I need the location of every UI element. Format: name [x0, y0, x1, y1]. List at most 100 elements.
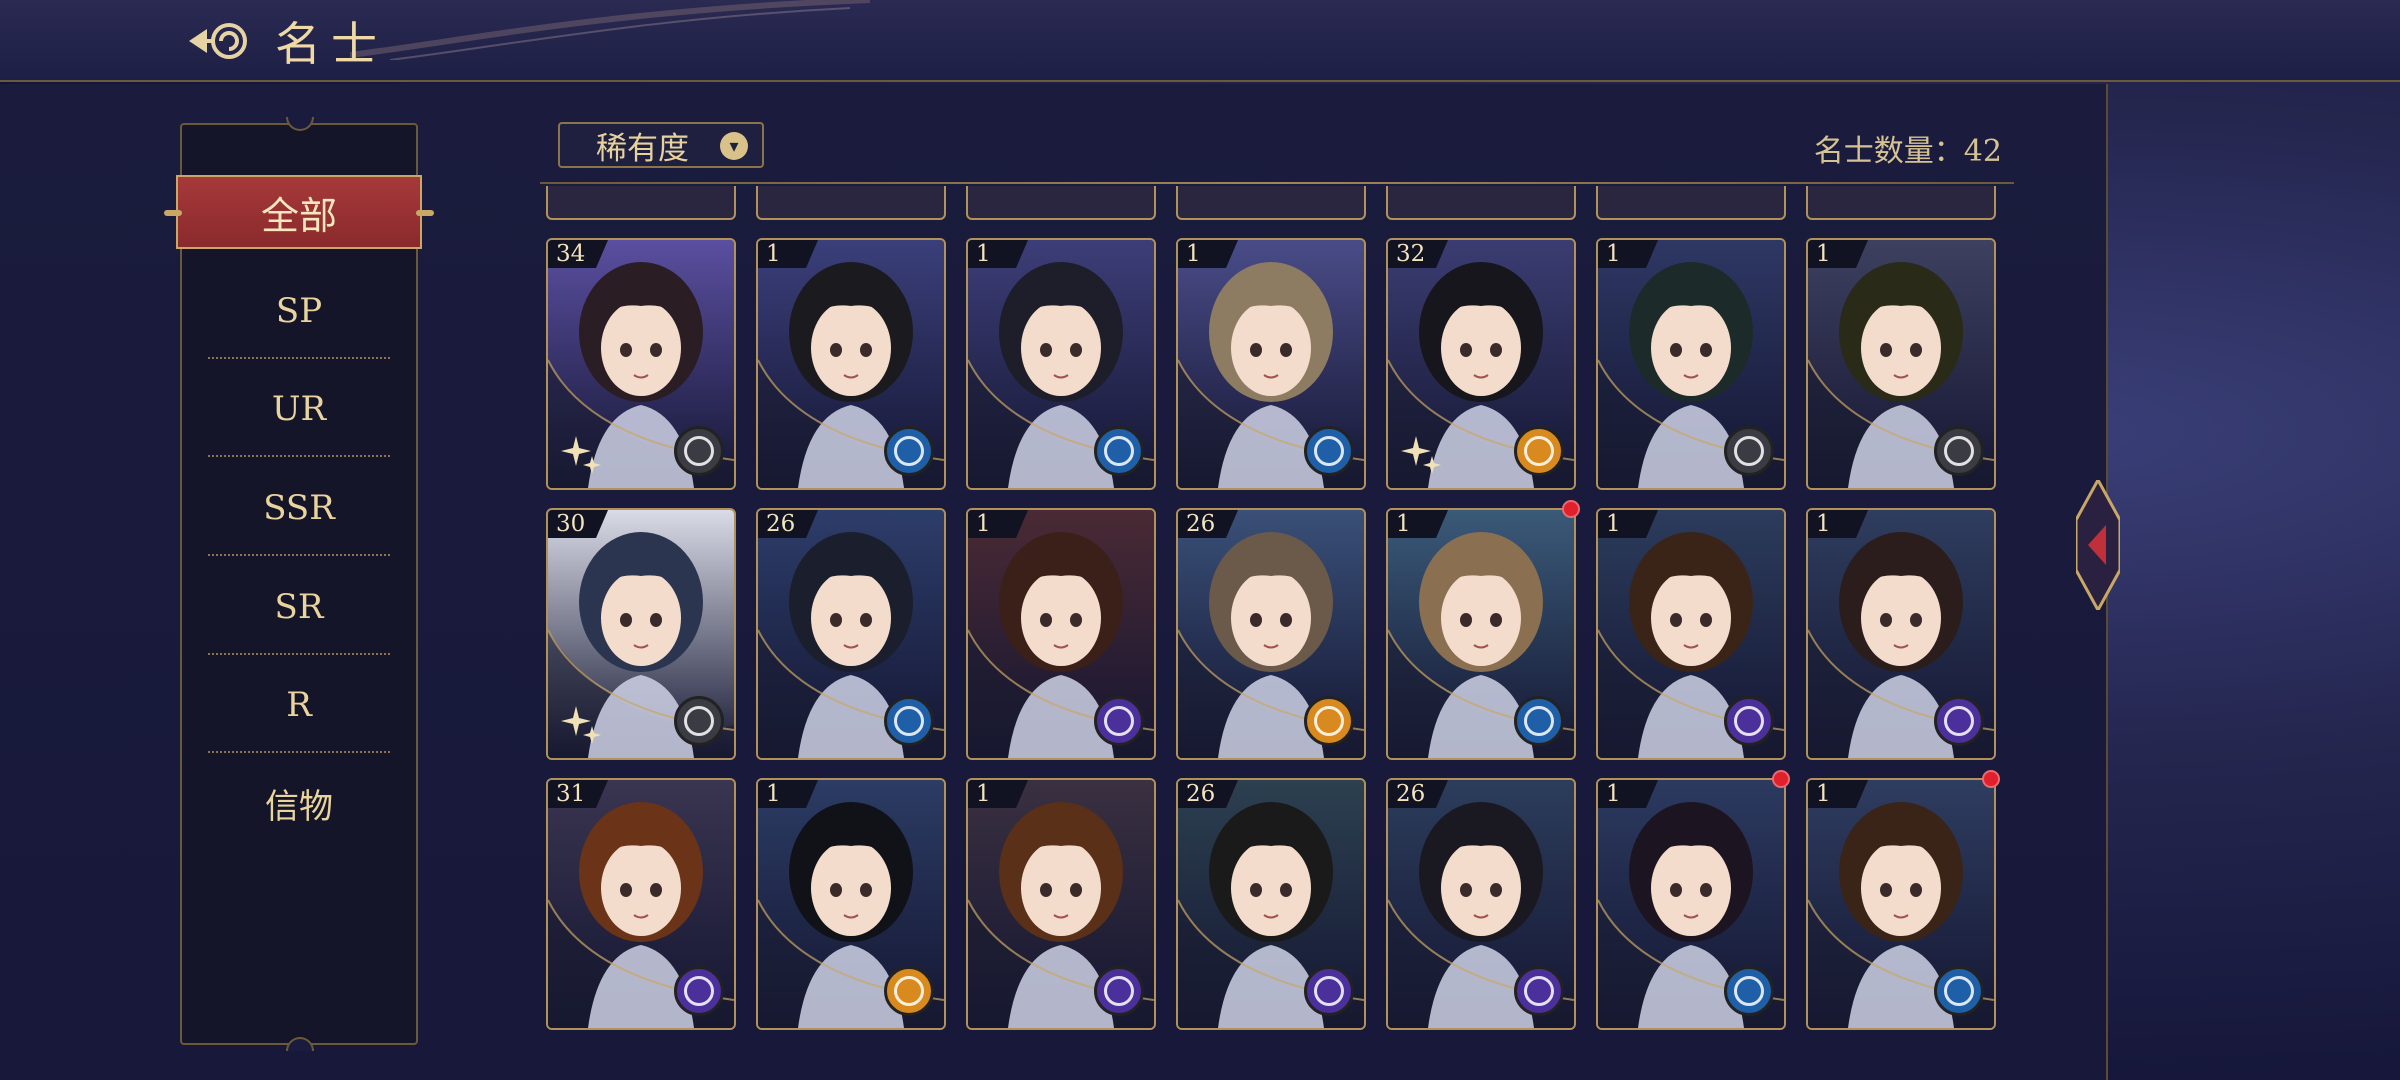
emblem-ring — [1524, 706, 1554, 736]
faction-emblem-icon — [1724, 426, 1774, 476]
character-card[interactable]: 1 — [1596, 778, 1786, 1030]
emblem-ring — [894, 436, 924, 466]
character-card[interactable]: 26 — [1386, 778, 1576, 1030]
divider — [208, 455, 390, 457]
notification-dot — [1772, 770, 1790, 788]
character-card-partial[interactable] — [966, 186, 1156, 220]
category-ur[interactable]: UR — [182, 361, 416, 457]
faction-emblem-icon — [674, 966, 724, 1016]
character-card[interactable]: 34 — [546, 238, 736, 490]
character-card[interactable]: 31 — [546, 778, 736, 1030]
emblem-ring — [1944, 436, 1974, 466]
emblem-ring — [1734, 976, 1764, 1006]
cloud-back-icon[interactable] — [185, 19, 259, 63]
category-label: SR — [274, 587, 324, 627]
emblem-ring — [1104, 706, 1134, 736]
faction-emblem-icon — [1934, 696, 1984, 746]
character-card[interactable]: 1 — [756, 238, 946, 490]
sparkle-star-icon — [561, 706, 601, 744]
character-card[interactable]: 32 — [1386, 238, 1576, 490]
character-card-partial[interactable] — [546, 186, 736, 220]
notification-dot — [1562, 500, 1580, 518]
character-card[interactable]: 1 — [1806, 508, 1996, 760]
category-sr[interactable]: SR — [182, 559, 416, 655]
faction-emblem-icon — [1094, 426, 1144, 476]
divider — [208, 357, 390, 359]
divider — [208, 554, 390, 556]
emblem-ring — [894, 706, 924, 736]
emblem-ring — [684, 436, 714, 466]
character-card[interactable]: 1 — [966, 778, 1156, 1030]
character-card-partial[interactable] — [1806, 186, 1996, 220]
notification-dot — [1982, 770, 2000, 788]
emblem-ring — [1104, 976, 1134, 1006]
character-card[interactable]: 1 — [1596, 508, 1786, 760]
faction-emblem-icon — [1094, 966, 1144, 1016]
emblem-ring — [1314, 706, 1344, 736]
faction-emblem-icon — [1304, 426, 1354, 476]
character-card-partial[interactable] — [1596, 186, 1786, 220]
character-card[interactable]: 30 — [546, 508, 736, 760]
category-label: SP — [275, 291, 323, 331]
character-card[interactable]: 1 — [1596, 238, 1786, 490]
character-card[interactable]: 1 — [1386, 508, 1576, 760]
faction-emblem-icon — [884, 966, 934, 1016]
category-label: 信物 — [265, 786, 333, 827]
character-count: 名士数量：42 — [1813, 134, 2002, 169]
category-label: UR — [271, 389, 327, 429]
category-label: R — [286, 685, 312, 725]
character-card-partial[interactable] — [756, 186, 946, 220]
category-r[interactable]: R — [182, 657, 416, 753]
emblem-ring — [1524, 436, 1554, 466]
chevron-down-icon: ▾ — [720, 132, 748, 160]
character-card[interactable]: 1 — [966, 508, 1156, 760]
emblem-ring — [1104, 436, 1134, 466]
menu-notch-top — [286, 117, 314, 131]
faction-emblem-icon — [1934, 966, 1984, 1016]
emblem-ring — [1944, 976, 1974, 1006]
sparkle-star-icon — [561, 436, 601, 474]
filter-divider — [540, 182, 2014, 184]
rarity-filter-dropdown[interactable]: 稀有度 ▾ — [558, 122, 764, 168]
category-all[interactable]: 全部 — [164, 175, 434, 249]
category-tokens[interactable]: 信物 — [182, 755, 416, 851]
emblem-ring — [1524, 976, 1554, 1006]
header-decoration — [350, 0, 870, 60]
character-card-partial[interactable] — [1176, 186, 1366, 220]
collapse-arrow-icon[interactable] — [2076, 480, 2120, 610]
character-card[interactable]: 1 — [1176, 238, 1366, 490]
character-card-partial[interactable] — [1386, 186, 1576, 220]
rarity-filter-label: 稀有度 — [596, 130, 689, 167]
faction-emblem-icon — [1724, 696, 1774, 746]
category-menu: 全部 SP UR SSR SR R 信物 — [164, 117, 434, 1051]
category-label: SSR — [263, 488, 335, 528]
emblem-ring — [894, 976, 924, 1006]
category-ssr[interactable]: SSR — [182, 460, 416, 556]
divider — [208, 751, 390, 753]
faction-emblem-icon — [1514, 696, 1564, 746]
emblem-ring — [1734, 706, 1764, 736]
faction-emblem-icon — [1514, 966, 1564, 1016]
faction-emblem-icon — [1724, 966, 1774, 1016]
emblem-ring — [1314, 436, 1344, 466]
emblem-ring — [1734, 436, 1764, 466]
character-card[interactable]: 26 — [756, 508, 946, 760]
character-card[interactable]: 1 — [966, 238, 1156, 490]
page-title: 名士 — [275, 17, 387, 71]
faction-emblem-icon — [674, 696, 724, 746]
faction-emblem-icon — [674, 426, 724, 476]
character-grid[interactable]: 34 1 1 1 32 1 1 30 26 1 26 1 1 1 31 1 1 26 26 1 1 — [540, 186, 2020, 1030]
emblem-ring — [684, 706, 714, 736]
divider — [208, 653, 390, 655]
top-header: 名士 — [0, 0, 2400, 82]
character-card[interactable]: 26 — [1176, 508, 1366, 760]
category-sp[interactable]: SP — [182, 263, 416, 359]
character-card[interactable]: 1 — [756, 778, 946, 1030]
menu-notch-bottom — [286, 1037, 314, 1051]
character-card[interactable]: 1 — [1806, 238, 1996, 490]
faction-emblem-icon — [1514, 426, 1564, 476]
character-card[interactable]: 26 — [1176, 778, 1366, 1030]
faction-emblem-icon — [884, 426, 934, 476]
sparkle-star-icon — [1401, 436, 1441, 474]
character-card[interactable]: 1 — [1806, 778, 1996, 1030]
